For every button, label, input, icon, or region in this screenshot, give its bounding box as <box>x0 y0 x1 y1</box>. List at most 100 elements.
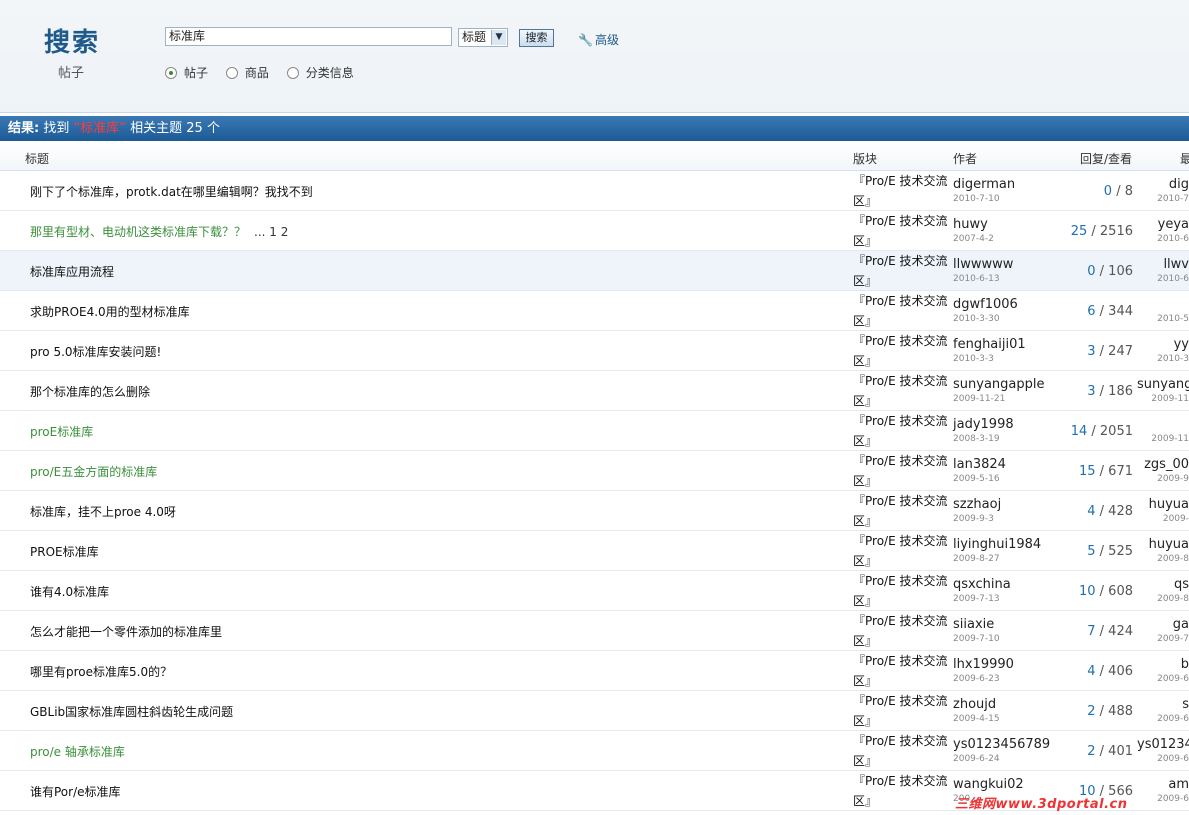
author-link[interactable]: szzhaoj <box>953 497 1001 512</box>
advanced-search-link[interactable]: 🔧 高级 <box>578 31 619 48</box>
topic-title[interactable]: 那里有型材、电动机这类标准库下载？？ <box>30 225 246 239</box>
topic-title[interactable]: 刚下了个标准库，protk.dat在哪里编辑啊？我找不到 <box>30 185 313 199</box>
author-link[interactable]: qsxchina <box>953 577 1011 592</box>
table-row[interactable]: pro/e 轴承标准库 『Pro/E 技术交流区』 ys0123456789 2009… <box>0 731 1189 771</box>
forum-link[interactable]: 『Pro/E 技术交流区』 <box>853 491 953 531</box>
topic-title[interactable]: PROE标准库 <box>30 545 99 559</box>
topic-title[interactable]: pro 5.0标准库安装问题! <box>30 345 161 359</box>
author-link[interactable]: fenghaiji01 <box>953 337 1026 352</box>
author-link[interactable]: wangkui02 <box>953 777 1024 792</box>
topic-title-link[interactable]: GBLib国家标准库圆柱斜齿轮生成问题 <box>30 703 233 720</box>
topic-title-link[interactable]: proE标准库 <box>30 423 93 440</box>
author-link[interactable]: lhx19990 <box>953 657 1014 672</box>
last-poster-link[interactable]: sunyang <box>1137 377 1189 392</box>
forum-link[interactable]: 『Pro/E 技术交流区』 <box>853 691 953 731</box>
last-poster-link[interactable]: huyua <box>1137 537 1189 552</box>
radio-unchecked-icon[interactable] <box>286 67 299 79</box>
last-poster-link[interactable]: huyua <box>1137 497 1189 512</box>
topic-title-link[interactable]: 谁有Por/e标准库 <box>30 783 121 800</box>
radio-posts[interactable]: 帖子 <box>165 64 208 81</box>
topic-title[interactable]: 求助PROE4.0用的型材标准库 <box>30 305 190 319</box>
forum-link[interactable]: 『Pro/E 技术交流区』 <box>853 771 953 811</box>
table-row[interactable]: 那个标准库的怎么删除 『Pro/E 技术交流区』 sunyangapple 2009-… <box>0 371 1189 411</box>
author-link[interactable]: digerman <box>953 177 1015 192</box>
table-row[interactable]: pro/E五金方面的标准库 『Pro/E 技术交流区』 lan3824 2009-5-… <box>0 451 1189 491</box>
topic-title-link[interactable]: 求助PROE4.0用的型材标准库 <box>30 303 190 320</box>
search-button[interactable]: 搜索 <box>519 29 554 47</box>
forum-link[interactable]: 『Pro/E 技术交流区』 <box>853 731 953 771</box>
topic-title-link[interactable]: PROE标准库 <box>30 543 99 560</box>
topic-title-link[interactable]: 那个标准库的怎么删除 <box>30 383 150 400</box>
topic-title-link[interactable]: 哪里有proe标准库5.0的？ <box>30 663 172 680</box>
author-link[interactable]: siiaxie <box>953 617 994 632</box>
topic-title-link[interactable]: pro/E五金方面的标准库 <box>30 463 157 480</box>
table-row[interactable]: GBLib国家标准库圆柱斜齿轮生成问题 『Pro/E 技术交流区』 zhoujd 20… <box>0 691 1189 731</box>
topic-title[interactable]: pro/e 轴承标准库 <box>30 745 125 759</box>
topic-title-link[interactable]: pro 5.0标准库安装问题! <box>30 343 161 360</box>
forum-link[interactable]: 『Pro/E 技术交流区』 <box>853 411 953 451</box>
last-poster-link[interactable]: yy <box>1137 337 1189 352</box>
topic-title[interactable]: 标准库，挂不上proe 4.0呀 <box>30 505 176 519</box>
topic-title[interactable]: 谁有Por/e标准库 <box>30 785 121 799</box>
chevron-down-icon[interactable]: ▼ <box>491 30 506 45</box>
table-row[interactable]: PROE标准库 『Pro/E 技术交流区』 liyinghui1984 2009-8-… <box>0 531 1189 571</box>
topic-title-link[interactable]: 标准库，挂不上proe 4.0呀 <box>30 503 176 520</box>
last-poster-link[interactable]: dig <box>1137 177 1189 192</box>
topic-title[interactable]: 哪里有proe标准库5.0的？ <box>30 665 172 679</box>
radio-unchecked-icon[interactable] <box>225 67 238 79</box>
topic-title-link[interactable]: pro/e 轴承标准库 <box>30 743 125 760</box>
author-link[interactable]: ys0123456789 <box>953 737 1050 752</box>
table-row[interactable]: 那里有型材、电动机这类标准库下载？？ ... 1 2 『Pro/E 技术交流区』 hu… <box>0 211 1189 251</box>
forum-link[interactable]: 『Pro/E 技术交流区』 <box>853 331 953 371</box>
last-poster-link[interactable]: b <box>1137 657 1189 672</box>
author-link[interactable]: llwwwww <box>953 257 1013 272</box>
topic-title[interactable]: 怎么才能把一个零件添加的标准库里 <box>30 625 222 639</box>
radio-checked-icon[interactable] <box>165 67 177 79</box>
author-link[interactable]: lan3824 <box>953 457 1006 472</box>
forum-link[interactable]: 『Pro/E 技术交流区』 <box>853 531 953 571</box>
topic-title[interactable]: GBLib国家标准库圆柱斜齿轮生成问题 <box>30 705 233 719</box>
last-poster-link[interactable]: qs <box>1137 577 1189 592</box>
forum-link[interactable]: 『Pro/E 技术交流区』 <box>853 211 953 251</box>
topic-title-link[interactable]: 谁有4.0标准库 <box>30 583 109 600</box>
table-row[interactable]: 怎么才能把一个零件添加的标准库里 『Pro/E 技术交流区』 siiaxie 2009… <box>0 611 1189 651</box>
table-row[interactable]: 标准库应用流程 『Pro/E 技术交流区』 llwwwww 2010-6-13 0 / … <box>0 251 1189 291</box>
topic-title[interactable]: 标准库应用流程 <box>30 265 114 279</box>
author-link[interactable]: dgwf1006 <box>953 297 1018 312</box>
last-poster-link[interactable]: llwv <box>1137 257 1189 272</box>
topic-title[interactable]: pro/E五金方面的标准库 <box>30 465 157 479</box>
topic-title-link[interactable]: 怎么才能把一个零件添加的标准库里 <box>30 623 222 640</box>
forum-link[interactable]: 『Pro/E 技术交流区』 <box>853 291 953 331</box>
search-input[interactable]: 标准库 <box>165 27 452 46</box>
author-link[interactable]: liyinghui1984 <box>953 537 1041 552</box>
last-poster-link[interactable]: yeya <box>1137 217 1189 232</box>
topic-title-link[interactable]: 标准库应用流程 <box>30 263 114 280</box>
table-row[interactable]: proE标准库 『Pro/E 技术交流区』 jady1998 2008-3-19 14 … <box>0 411 1189 451</box>
topic-title-link[interactable]: 那里有型材、电动机这类标准库下载？？ ... 1 2 <box>30 223 288 240</box>
forum-link[interactable]: 『Pro/E 技术交流区』 <box>853 251 953 291</box>
forum-link[interactable]: 『Pro/E 技术交流区』 <box>853 651 953 691</box>
forum-link[interactable]: 『Pro/E 技术交流区』 <box>853 451 953 491</box>
author-link[interactable]: huwy <box>953 217 988 232</box>
last-poster-link[interactable]: zgs_00 <box>1137 457 1189 472</box>
radio-goods[interactable]: 商品 <box>225 64 269 81</box>
forum-link[interactable]: 『Pro/E 技术交流区』 <box>853 611 953 651</box>
author-link[interactable]: jady1998 <box>953 417 1014 432</box>
topic-title[interactable]: 那个标准库的怎么删除 <box>30 385 150 399</box>
topic-title-link[interactable]: 刚下了个标准库，protk.dat在哪里编辑啊？我找不到 <box>30 183 313 200</box>
topic-title[interactable]: proE标准库 <box>30 425 93 439</box>
author-link[interactable]: sunyangapple <box>953 377 1044 392</box>
author-link[interactable]: zhoujd <box>953 697 996 712</box>
topic-title[interactable]: 谁有4.0标准库 <box>30 585 109 599</box>
last-poster-link[interactable]: s <box>1137 697 1189 712</box>
last-poster-link[interactable]: ys01234 <box>1137 737 1189 752</box>
forum-link[interactable]: 『Pro/E 技术交流区』 <box>853 371 953 411</box>
radio-classifieds[interactable]: 分类信息 <box>286 64 354 81</box>
forum-link[interactable]: 『Pro/E 技术交流区』 <box>853 571 953 611</box>
table-row[interactable]: 哪里有proe标准库5.0的？ 『Pro/E 技术交流区』 lhx19990 2009… <box>0 651 1189 691</box>
search-scope-select[interactable]: 标题 ▼ <box>458 28 508 47</box>
last-poster-link[interactable]: am <box>1137 777 1189 792</box>
table-row[interactable]: 求助PROE4.0用的型材标准库 『Pro/E 技术交流区』 dgwf1006 201… <box>0 291 1189 331</box>
topic-pages[interactable]: ... 1 2 <box>254 225 288 239</box>
table-row[interactable]: 谁有4.0标准库 『Pro/E 技术交流区』 qsxchina 2009-7-13 10… <box>0 571 1189 611</box>
